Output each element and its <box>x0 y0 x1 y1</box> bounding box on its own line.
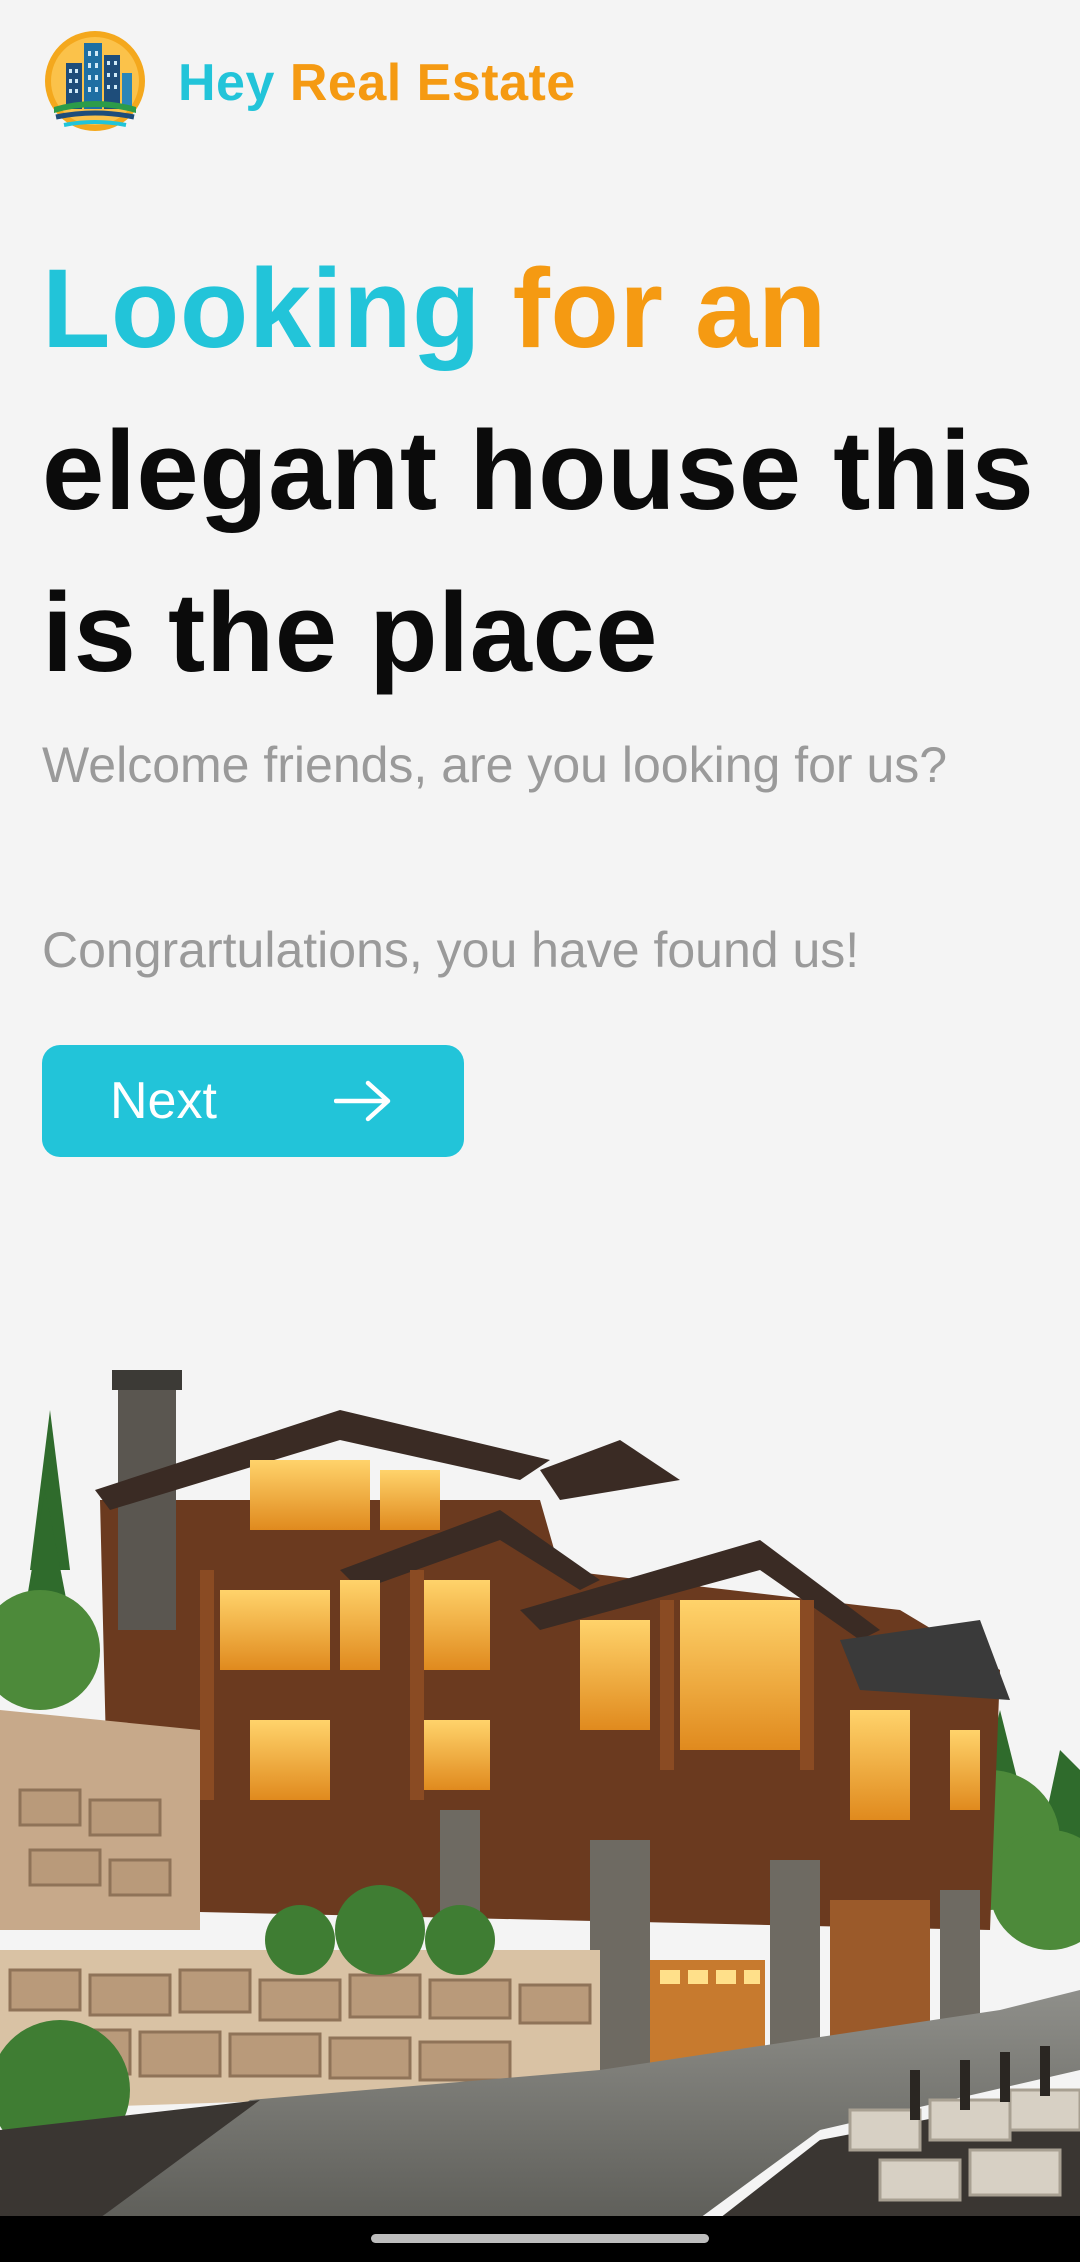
brand-header: Hey Real Estate <box>44 28 576 138</box>
arrow-right-icon <box>334 1080 391 1122</box>
welcome-text: Welcome friends, are you looking for us? <box>42 737 948 793</box>
app-title: Hey Real Estate <box>178 53 576 113</box>
headline-rest: elegant house this is the place <box>42 408 1035 695</box>
app-title-part2: Real Estate <box>289 54 576 112</box>
congratulations-text: Congrartulations, you have found us! <box>42 922 860 978</box>
page-headline: Looking for an elegant house this is the… <box>42 228 1042 714</box>
city-buildings-logo <box>45 31 145 131</box>
headline-word-looking: Looking <box>42 246 481 371</box>
luxury-house-image <box>0 1370 1080 2218</box>
app-title-part1: Hey <box>178 54 275 112</box>
next-button[interactable]: Next <box>42 1045 464 1157</box>
headline-word-for-an: for an <box>512 246 827 371</box>
home-gesture-handle[interactable] <box>371 2234 709 2243</box>
next-button-label: Next <box>110 1072 217 1130</box>
